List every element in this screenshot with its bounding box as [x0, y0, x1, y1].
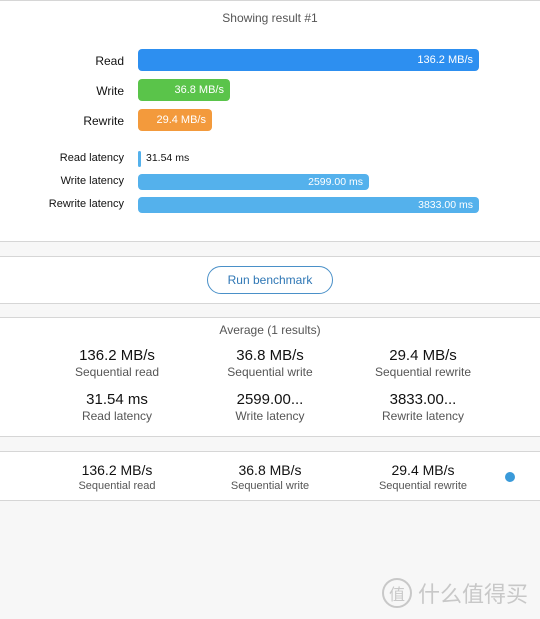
rewrite-label: Rewrite: [83, 114, 124, 128]
row-seq-read: 136.2 MB/s Sequential read: [42, 461, 192, 493]
rewrite-latency-value: 3833.00 ms: [418, 199, 473, 211]
watermark-logo-icon: 值: [381, 578, 412, 608]
row-seq-read-value: 136.2 MB/s: [81, 462, 153, 478]
watermark: 值 什么值得买: [381, 577, 528, 609]
write-value: 36.8 MB/s: [174, 84, 224, 96]
result-row[interactable]: 136.2 MB/s Sequential read 36.8 MB/s Seq…: [0, 451, 540, 501]
write-bar: 36.8 MB/s: [138, 79, 230, 101]
avg-seq-write: 36.8 MB/s Sequential write: [195, 347, 345, 380]
avg-read-latency-value: 31.54 ms: [86, 391, 148, 408]
avg-rewrite-latency-value: 3833.00...: [389, 391, 457, 408]
avg-rewrite-latency: 3833.00... Rewrite latency: [348, 391, 498, 424]
row-seq-read-caption: Sequential read: [78, 480, 156, 492]
avg-seq-read-caption: Sequential read: [74, 365, 160, 379]
write-latency-value: 2599.00 ms: [308, 176, 363, 188]
write-latency-label: Write latency: [60, 175, 124, 187]
avg-seq-write-value: 36.8 MB/s: [236, 347, 304, 364]
status-dot-icon: [505, 472, 515, 482]
average-title: Average (1 results): [219, 323, 321, 337]
avg-read-latency: 31.54 ms Read latency: [42, 391, 192, 424]
row-seq-rewrite-caption: Sequential rewrite: [378, 480, 468, 492]
avg-seq-rewrite: 29.4 MB/s Sequential rewrite: [348, 347, 498, 380]
row-seq-write: 36.8 MB/s Sequential write: [195, 461, 345, 493]
avg-write-latency-caption: Write latency: [235, 409, 305, 423]
avg-write-latency-value: 2599.00...: [236, 391, 304, 408]
avg-seq-rewrite-value: 29.4 MB/s: [389, 347, 457, 364]
avg-read-latency-caption: Read latency: [81, 409, 153, 423]
read-bar: 136.2 MB/s: [138, 49, 479, 71]
read-value: 136.2 MB/s: [417, 54, 473, 66]
row-seq-write-value: 36.8 MB/s: [238, 462, 302, 478]
read-latency-value: 31.54 ms: [146, 152, 190, 164]
rewrite-latency-label: Rewrite latency: [48, 198, 124, 210]
rewrite-latency-bar: 3833.00 ms: [138, 197, 479, 213]
avg-seq-write-caption: Sequential write: [227, 365, 313, 379]
read-label: Read: [95, 54, 124, 68]
avg-seq-read: 136.2 MB/s Sequential read: [42, 347, 192, 380]
average-panel: Average (1 results) 136.2 MB/s Sequentia…: [0, 317, 540, 437]
rewrite-bar: 29.4 MB/s: [138, 109, 212, 131]
watermark-text: 什么值得买: [417, 582, 528, 607]
result-title: Showing result #1: [222, 11, 318, 25]
row-seq-write-caption: Sequential write: [230, 480, 310, 492]
write-label: Write: [96, 84, 124, 98]
run-benchmark-button[interactable]: Run benchmark: [207, 266, 333, 294]
avg-seq-read-value: 136.2 MB/s: [79, 347, 155, 364]
rewrite-value: 29.4 MB/s: [156, 114, 206, 126]
row-seq-rewrite: 29.4 MB/s Sequential rewrite: [348, 461, 498, 493]
result-panel: Showing result #1 Read 136.2 MB/s Write …: [0, 0, 540, 242]
row-seq-rewrite-value: 29.4 MB/s: [391, 462, 455, 478]
write-latency-bar: 2599.00 ms: [138, 174, 369, 190]
read-latency-bar: [138, 151, 141, 167]
avg-seq-rewrite-caption: Sequential rewrite: [374, 365, 472, 379]
read-latency-label: Read latency: [59, 152, 124, 164]
run-panel: Run benchmark: [0, 256, 540, 304]
avg-rewrite-latency-caption: Rewrite latency: [381, 409, 465, 423]
avg-write-latency: 2599.00... Write latency: [195, 391, 345, 424]
